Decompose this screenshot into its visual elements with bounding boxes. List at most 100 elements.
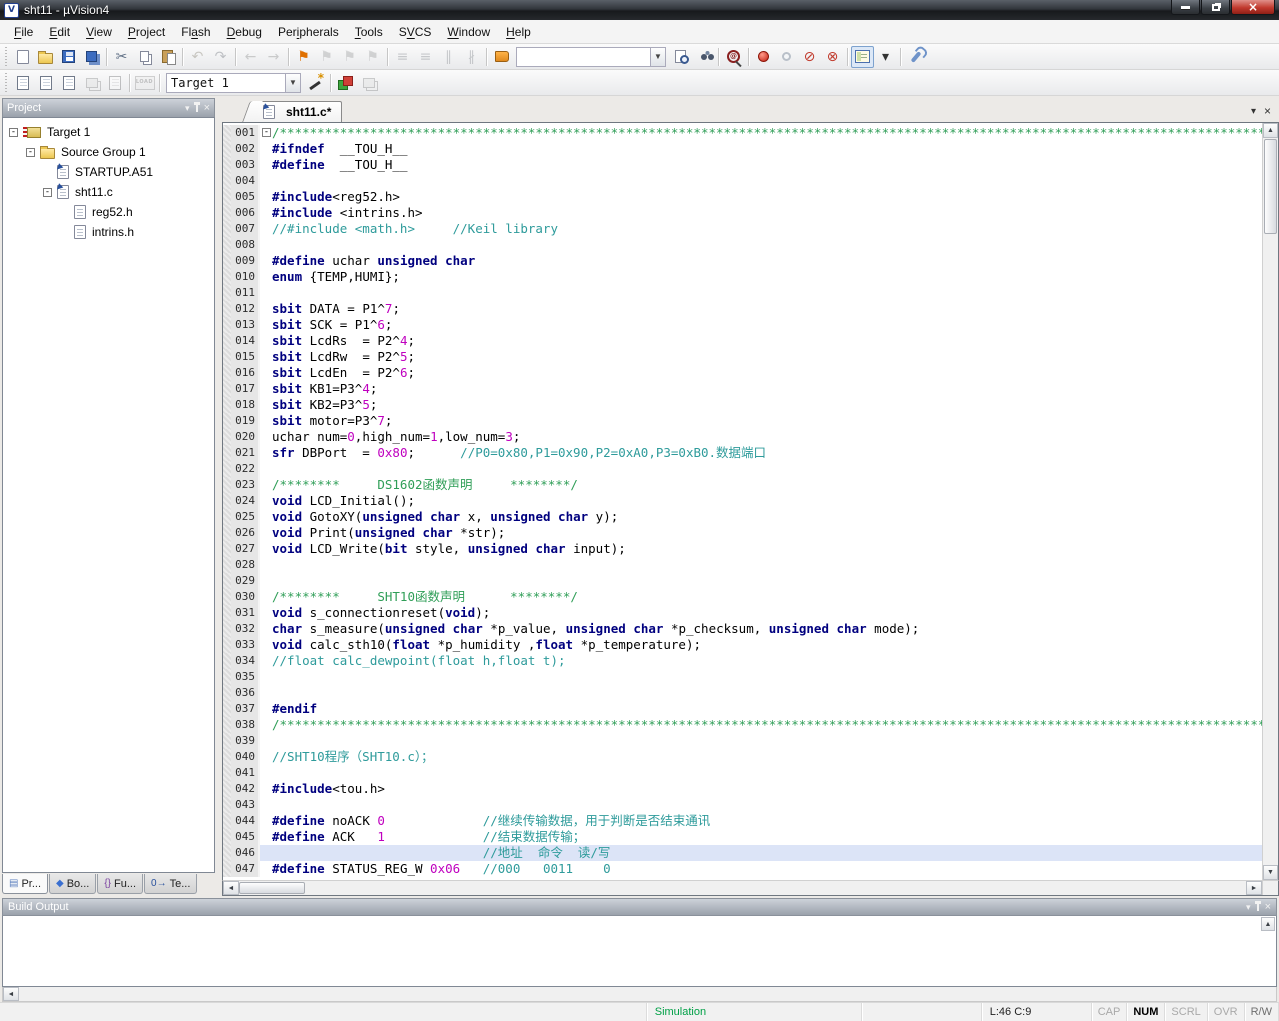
- find-dialog-button[interactable]: [722, 46, 745, 68]
- open-file-button[interactable]: [34, 46, 57, 68]
- paste-button[interactable]: [156, 46, 179, 68]
- next-bookmark-button[interactable]: ⚑: [338, 46, 361, 68]
- stop-build-button[interactable]: [103, 72, 126, 94]
- close-button[interactable]: ×: [1231, 0, 1275, 15]
- build-output-scroll-left-button[interactable]: ◄: [3, 987, 19, 1001]
- clear-all-bookmarks-button[interactable]: ⚑: [361, 46, 384, 68]
- editor-tab-sht11c[interactable]: sht11.c*: [254, 101, 342, 122]
- code-line[interactable]: 041: [223, 765, 1262, 781]
- toggle-bookmark-button[interactable]: ⚑: [292, 46, 315, 68]
- code-line[interactable]: 037#endif: [223, 701, 1262, 717]
- manage-components-button[interactable]: [334, 72, 357, 94]
- batch-build-button[interactable]: [80, 72, 103, 94]
- menu-flash[interactable]: Flash: [173, 22, 218, 42]
- tree-item-target-1[interactable]: -Target 1: [5, 122, 214, 142]
- code-line[interactable]: 026void Print(unsigned char *str);: [223, 525, 1262, 541]
- code-line[interactable]: 027void LCD_Write(bit style, unsigned ch…: [223, 541, 1262, 557]
- panel-chevron-down-icon[interactable]: ▾: [185, 103, 190, 114]
- dock-tab-bo[interactable]: ◆Bo...: [49, 874, 96, 894]
- code-editor[interactable]: 001-/***********************************…: [223, 123, 1262, 880]
- code-line[interactable]: 010enum {TEMP,HUMI};: [223, 269, 1262, 285]
- document-list-chevron-icon[interactable]: ▾: [1251, 106, 1256, 117]
- code-line[interactable]: 023/******** DS1602函数声明 ********/: [223, 477, 1262, 493]
- horizontal-scroll-thumb[interactable]: [239, 882, 305, 894]
- code-line[interactable]: 031void s_connectionreset(void);: [223, 605, 1262, 621]
- configure-tools-button[interactable]: [904, 46, 927, 68]
- menu-peripherals[interactable]: Peripherals: [270, 22, 347, 42]
- redo-button[interactable]: ↷: [209, 46, 232, 68]
- indent-selection-button[interactable]: ≡: [391, 46, 414, 68]
- code-line[interactable]: 017sbit KB1=P3^4;: [223, 381, 1262, 397]
- code-line[interactable]: 003#define __TOU_H__: [223, 157, 1262, 173]
- build-output-close-icon[interactable]: ×: [1265, 901, 1271, 913]
- dock-tab-pr[interactable]: ▤Pr...: [2, 874, 48, 894]
- code-line[interactable]: 007//#include <math.h> //Keil library: [223, 221, 1262, 237]
- code-line[interactable]: 019sbit motor=P3^7;: [223, 413, 1262, 429]
- restore-button[interactable]: [1201, 0, 1230, 15]
- code-line[interactable]: 032char s_measure(unsigned char *p_value…: [223, 621, 1262, 637]
- code-line[interactable]: 021sfr DBPort = 0x80; //P0=0x80,P1=0x90,…: [223, 445, 1262, 461]
- incremental-find-button[interactable]: [692, 46, 715, 68]
- fold-collapse-icon[interactable]: -: [262, 128, 271, 137]
- views-dropdown-button[interactable]: ▾: [874, 46, 897, 68]
- code-line[interactable]: 028: [223, 557, 1262, 573]
- code-line[interactable]: 044#define noACK 0 //继续传输数据，用于判断是否结束通讯: [223, 813, 1262, 829]
- menu-view[interactable]: View: [78, 22, 120, 42]
- menu-help[interactable]: Help: [498, 22, 539, 42]
- undo-button[interactable]: ↶: [186, 46, 209, 68]
- disable-all-breakpoints-button[interactable]: ⊘: [798, 46, 821, 68]
- code-line[interactable]: 035: [223, 669, 1262, 685]
- options-for-target-button[interactable]: [304, 72, 327, 94]
- dock-tab-fu[interactable]: {}Fu...: [97, 874, 143, 894]
- build-output-horizontal-scrollbar[interactable]: ◄: [2, 987, 1277, 1002]
- horizontal-scroll-track[interactable]: [305, 881, 1246, 895]
- unindent-selection-button[interactable]: ≡: [414, 46, 437, 68]
- cut-button[interactable]: ✂: [110, 46, 133, 68]
- code-line[interactable]: 011: [223, 285, 1262, 301]
- code-line[interactable]: 016sbit LcdEn = P2^6;: [223, 365, 1262, 381]
- toolbar-grip[interactable]: [3, 73, 8, 93]
- translate-file-button[interactable]: [11, 72, 34, 94]
- panel-close-icon[interactable]: ×: [204, 102, 210, 114]
- code-line[interactable]: 043: [223, 797, 1262, 813]
- navigate-back-button[interactable]: ←: [239, 46, 262, 68]
- build-output-content[interactable]: ▲: [2, 916, 1277, 987]
- copy-button[interactable]: [133, 46, 156, 68]
- code-line[interactable]: 020uchar num=0,high_num=1,low_num=3;: [223, 429, 1262, 445]
- tree-item-startup-a51[interactable]: STARTUP.A51: [5, 162, 214, 182]
- code-line[interactable]: 033void calc_sth10(float *p_humidity ,fl…: [223, 637, 1262, 653]
- insert-remove-breakpoint-button[interactable]: [752, 46, 775, 68]
- search-combobox[interactable]: ▼: [516, 47, 666, 67]
- uncomment-selection-button[interactable]: ∦: [460, 46, 483, 68]
- tree-item-sht11-c[interactable]: -sht11.c: [5, 182, 214, 202]
- code-line[interactable]: 039: [223, 733, 1262, 749]
- tree-item-reg52-h[interactable]: reg52.h: [5, 202, 214, 222]
- code-line[interactable]: 005#include<reg52.h>: [223, 189, 1262, 205]
- menu-svcs[interactable]: SVCS: [391, 22, 440, 42]
- target-select[interactable]: Target 1▼: [166, 73, 301, 93]
- enable-disable-breakpoint-button[interactable]: [775, 46, 798, 68]
- code-line[interactable]: 046 //地址 命令 读/写: [223, 845, 1262, 861]
- code-line[interactable]: 014sbit LcdRs = P2^4;: [223, 333, 1262, 349]
- build-output-pin-icon[interactable]: [1257, 904, 1259, 911]
- code-line[interactable]: 024void LCD_Initial();: [223, 493, 1262, 509]
- rebuild-all-button[interactable]: [57, 72, 80, 94]
- code-line[interactable]: 030/******** SHT10函数声明 ********/: [223, 589, 1262, 605]
- code-line[interactable]: 018sbit KB2=P3^5;: [223, 397, 1262, 413]
- scroll-down-button[interactable]: ▼: [1263, 865, 1278, 880]
- menu-file[interactable]: File: [6, 22, 41, 42]
- menu-tools[interactable]: Tools: [347, 22, 391, 42]
- scroll-up-button[interactable]: ▲: [1263, 123, 1278, 138]
- code-line[interactable]: 042#include<tou.h>: [223, 781, 1262, 797]
- download-to-flash-button[interactable]: [133, 72, 156, 94]
- code-line[interactable]: 036: [223, 685, 1262, 701]
- code-line[interactable]: 013sbit SCK = P1^6;: [223, 317, 1262, 333]
- code-line[interactable]: 040//SHT10程序（SHT10.c）；: [223, 749, 1262, 765]
- panel-splitter[interactable]: [215, 96, 222, 896]
- code-line[interactable]: 038/************************************…: [223, 717, 1262, 733]
- manage-books-button[interactable]: [357, 72, 380, 94]
- find-in-files-button[interactable]: [669, 46, 692, 68]
- code-line[interactable]: 008: [223, 237, 1262, 253]
- menu-edit[interactable]: Edit: [41, 22, 78, 42]
- tree-expander-icon[interactable]: -: [26, 148, 35, 157]
